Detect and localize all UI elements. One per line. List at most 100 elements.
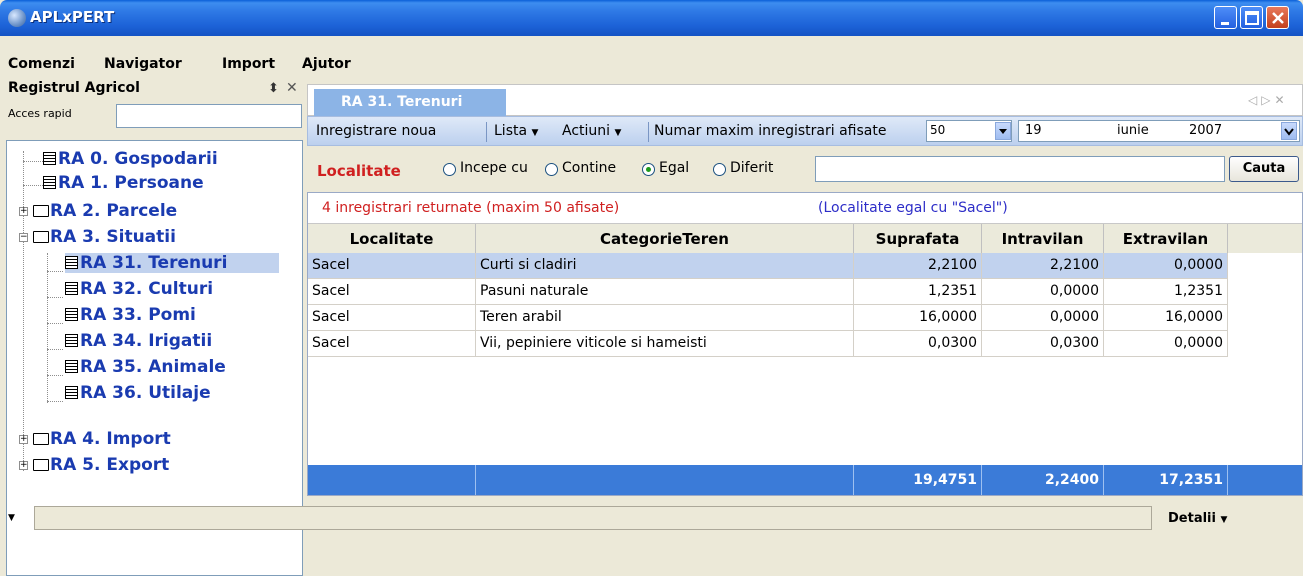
filter-field-label: Localitate — [317, 162, 401, 180]
menu-bar: Comenzi Navigator Import Ajutor — [0, 52, 1303, 76]
expand-icon[interactable]: + — [19, 207, 28, 216]
tree-connector — [47, 253, 48, 403]
document-icon — [43, 152, 56, 165]
max-records-select[interactable]: 50 — [926, 120, 1012, 142]
list-menu-button[interactable]: Lista ▼ — [494, 123, 538, 139]
document-icon — [65, 282, 78, 295]
tree-item-label: RA 0. Gospodarii — [58, 149, 218, 169]
actions-label: Actiuni — [562, 123, 611, 139]
tree-connector — [47, 375, 63, 376]
tree-item-pomi[interactable]: RA 33. Pomi — [65, 305, 196, 325]
tree-item-irigatii[interactable]: RA 34. Irigatii — [65, 331, 212, 351]
document-icon — [65, 334, 78, 347]
tree-item-gospodarii[interactable]: RA 0. Gospodarii — [43, 149, 218, 169]
details-label: Detalii — [1168, 511, 1216, 526]
result-status: 4 inregistrari returnate (maxim 50 afisa… — [308, 193, 1302, 223]
tree-connector — [47, 349, 63, 350]
menu-navigator[interactable]: Navigator — [104, 56, 182, 72]
tree-item-persoane[interactable]: RA 1. Persoane — [43, 173, 204, 193]
cell-suprafata: 16,0000 — [854, 305, 982, 331]
menu-import[interactable]: Import — [222, 56, 275, 72]
minimize-button[interactable] — [1214, 6, 1237, 29]
table-row[interactable]: Sacel Vii, pepiniere viticole si hameist… — [308, 331, 1228, 357]
cell-suprafata: 2,2100 — [854, 253, 982, 279]
tab-terenuri[interactable]: RA 31. Terenuri — [314, 89, 506, 117]
tree-item-label: RA 36. Utilaje — [80, 383, 211, 403]
radio-label: Incepe cu — [460, 160, 528, 176]
cell-extravilan: 16,0000 — [1104, 305, 1228, 331]
title-bar[interactable]: APLxPERT — [0, 0, 1303, 36]
column-header-intravilan[interactable]: Intravilan — [982, 224, 1104, 254]
actions-menu-button[interactable]: Actiuni ▼ — [562, 123, 621, 139]
folder-icon — [33, 205, 49, 217]
radio-diferit[interactable] — [713, 163, 726, 176]
max-records-value: 50 — [930, 123, 946, 137]
radio-contine[interactable] — [545, 163, 558, 176]
tab-strip: RA 31. Terenuri ◁▷✕ — [307, 84, 1303, 117]
close-button[interactable] — [1266, 6, 1289, 29]
document-icon — [65, 308, 78, 321]
tree-item-culturi[interactable]: RA 32. Culturi — [65, 279, 213, 299]
pin-icon[interactable]: ⬍ — [268, 81, 279, 96]
radio-incepe-cu[interactable] — [443, 163, 456, 176]
tree-item-import[interactable]: RA 4. Import — [33, 429, 171, 449]
close-icon[interactable]: ✕ — [286, 80, 298, 96]
cell-intravilan: 0,0300 — [982, 331, 1104, 357]
table-row[interactable]: Sacel Teren arabil 16,0000 0,0000 16,000… — [308, 305, 1228, 331]
folder-open-icon — [33, 231, 49, 243]
tree-item-label: RA 5. Export — [50, 455, 170, 475]
column-header-extravilan[interactable]: Extravilan — [1104, 224, 1228, 254]
date-picker[interactable]: 19 iunie 2007 — [1018, 120, 1300, 142]
details-button[interactable]: Detalii ▼ — [1168, 511, 1227, 526]
chevron-down-icon[interactable]: ▼ — [8, 513, 15, 523]
toolbar: Inregistrare noua Lista ▼ Actiuni ▼ Numa… — [307, 116, 1303, 146]
folder-icon — [33, 433, 49, 445]
collapse-icon[interactable]: − — [19, 233, 28, 242]
cell-localitate: Sacel — [308, 253, 476, 279]
column-header-categorie-teren[interactable]: CategorieTeren — [476, 224, 854, 254]
panel-title: Registrul Agricol — [8, 80, 140, 96]
tree-item-terenuri[interactable]: RA 31. Terenuri — [65, 253, 279, 273]
tree-item-label: RA 31. Terenuri — [80, 253, 228, 273]
cell-intravilan: 0,0000 — [982, 279, 1104, 305]
chevron-down-icon[interactable] — [1281, 122, 1297, 140]
expand-icon[interactable]: + — [19, 461, 28, 470]
status-field — [34, 506, 1152, 530]
cell-categorie: Teren arabil — [476, 305, 854, 331]
dropdown-arrow-icon[interactable] — [995, 122, 1011, 140]
tree-item-label: RA 35. Animale — [80, 357, 226, 377]
cell-localitate: Sacel — [308, 279, 476, 305]
tree-connector — [47, 401, 63, 402]
date-year[interactable]: 2007 — [1189, 123, 1222, 138]
table-row[interactable]: Sacel Pasuni naturale 1,2351 0,0000 1,23… — [308, 279, 1228, 305]
tree-item-parcele[interactable]: RA 2. Parcele — [33, 201, 177, 221]
date-month[interactable]: iunie — [1117, 123, 1149, 138]
tree-item-situatii[interactable]: RA 3. Situatii — [33, 227, 176, 247]
menu-comenzi[interactable]: Comenzi — [8, 56, 75, 72]
tree-item-label: RA 33. Pomi — [80, 305, 196, 325]
result-count-text: 4 inregistrari returnate (maxim 50 afisa… — [322, 200, 620, 216]
tree-item-label: RA 4. Import — [50, 429, 171, 449]
new-record-button[interactable]: Inregistrare noua — [316, 123, 436, 139]
cell-localitate: Sacel — [308, 305, 476, 331]
column-header-suprafata[interactable]: Suprafata — [854, 224, 982, 254]
date-day[interactable]: 19 — [1025, 123, 1042, 138]
table-row[interactable]: Sacel Curti si cladiri 2,2100 2,2100 0,0… — [308, 253, 1228, 279]
tree-item-animale[interactable]: RA 35. Animale — [65, 357, 226, 377]
cell-categorie: Vii, pepiniere viticole si hameisti — [476, 331, 854, 357]
tree-connector — [47, 271, 63, 272]
toolbar-separator — [486, 122, 487, 142]
tree-connector — [47, 323, 63, 324]
maximize-button[interactable] — [1240, 6, 1263, 29]
tree-item-utilaje[interactable]: RA 36. Utilaje — [65, 383, 211, 403]
radio-egal[interactable] — [642, 163, 655, 176]
column-header-localitate[interactable]: Localitate — [308, 224, 476, 254]
tree-item-export[interactable]: RA 5. Export — [33, 455, 169, 475]
tab-navigation-icons[interactable]: ◁▷✕ — [1248, 93, 1289, 107]
expand-icon[interactable]: + — [19, 435, 28, 444]
search-button[interactable]: Cauta — [1229, 156, 1299, 182]
app-window: APLxPERT Comenzi Navigator Import Ajutor… — [0, 0, 1303, 576]
filter-value-input[interactable] — [815, 156, 1225, 182]
acces-rapid-input[interactable] — [116, 104, 302, 128]
menu-ajutor[interactable]: Ajutor — [302, 56, 351, 72]
